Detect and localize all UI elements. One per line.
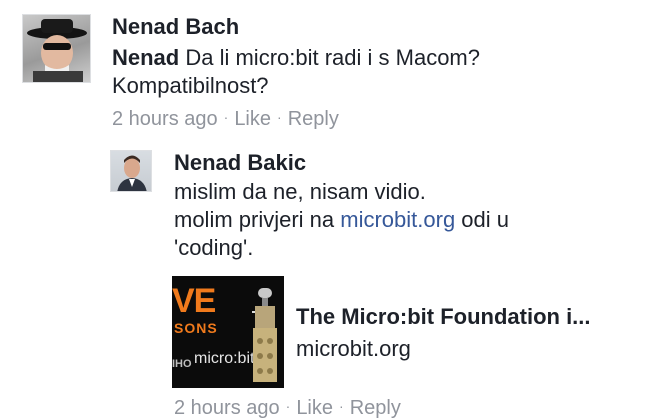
avatar-photo: [27, 19, 87, 82]
separator: ·: [285, 398, 291, 414]
tagged-name[interactable]: Nenad: [112, 45, 179, 70]
timestamp-link[interactable]: 2 hours ago: [174, 397, 280, 420]
thumbnail-text-tiny: IHO: [172, 358, 192, 370]
link-preview-title[interactable]: The Micro:bit Foundation i...: [296, 304, 591, 330]
comment-meta: 2 hours ago · Like · Reply: [112, 108, 339, 131]
thumbnail-text-small: SONS: [174, 320, 218, 336]
comment-text-line2-end: odi u: [455, 207, 510, 232]
avatar[interactable]: [22, 14, 91, 83]
comment-meta: 2 hours ago · Like · Reply: [174, 397, 401, 420]
comment-author[interactable]: Nenad Bach: [112, 14, 239, 40]
avatar[interactable]: [110, 150, 152, 192]
link-preview-thumbnail: VE SONS IHO micro:bit: [172, 276, 284, 388]
comment-text: Nenad Da li micro:bit radi i s Macom? Ko…: [112, 44, 632, 100]
link-preview[interactable]: VE SONS IHO micro:bit The Micro:bit Foun…: [172, 276, 632, 388]
avatar-photo: [117, 155, 147, 191]
thumbnail-text-big: VE: [172, 282, 216, 320]
separator: ·: [223, 109, 229, 125]
link-preview-domain: microbit.org: [296, 336, 411, 361]
like-button[interactable]: Like: [296, 397, 333, 420]
comment-text-line2: Kompatibilnost?: [112, 73, 269, 98]
comment-author[interactable]: Nenad Bakic: [174, 150, 306, 176]
comment-text: mislim da ne, nisam vidio. molim privjer…: [174, 178, 634, 262]
comment-text-line1: Da li micro:bit radi i s Macom?: [179, 45, 480, 70]
separator: ·: [339, 398, 344, 414]
reply-button[interactable]: Reply: [288, 108, 339, 131]
comment-text-line3: 'coding'.: [174, 235, 254, 260]
separator: ·: [277, 109, 282, 125]
like-button[interactable]: Like: [234, 108, 271, 131]
microbit-link[interactable]: microbit.org: [340, 207, 455, 232]
comment-text-line1: mislim da ne, nisam vidio.: [174, 179, 426, 204]
reply-button[interactable]: Reply: [350, 397, 401, 420]
robot-icon: [252, 288, 277, 382]
microbit-logo: micro:bit: [194, 350, 255, 367]
comment-text-line2: molim privjeri na: [174, 207, 341, 232]
timestamp-link[interactable]: 2 hours ago: [112, 108, 218, 131]
